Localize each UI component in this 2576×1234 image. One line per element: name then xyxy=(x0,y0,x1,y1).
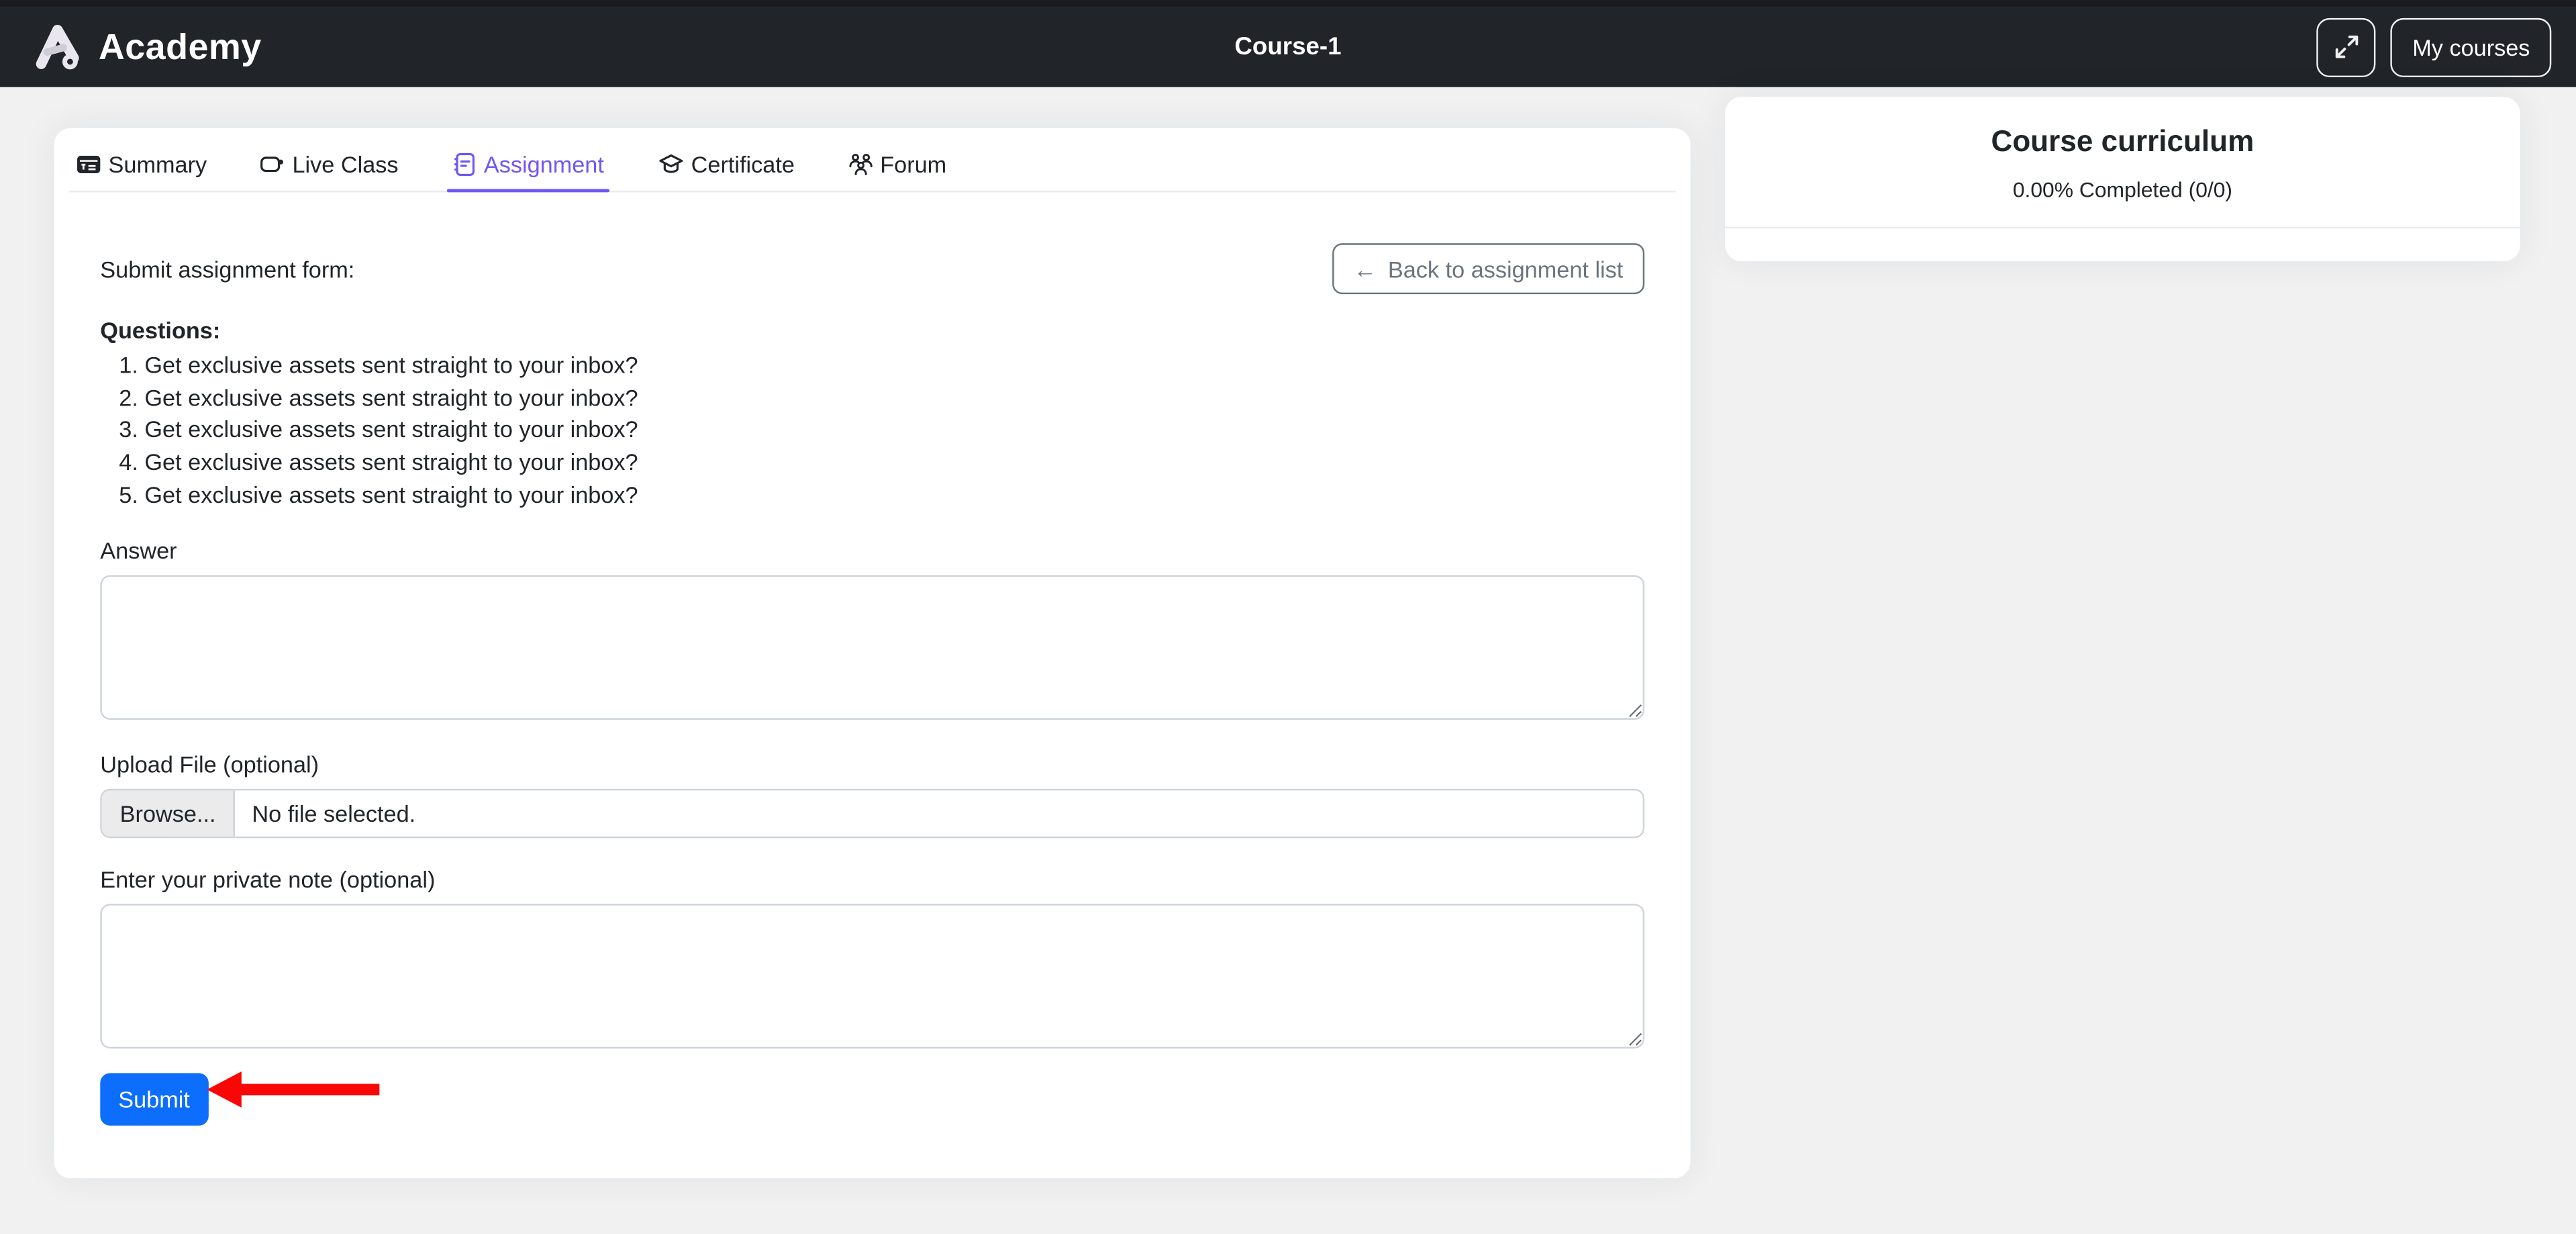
tab-label: Summary xyxy=(109,151,207,177)
curriculum-divider xyxy=(1725,227,2520,228)
private-note-label: Enter your private note (optional) xyxy=(100,862,1644,896)
upload-file-label: Upload File (optional) xyxy=(100,747,1644,781)
question-item: Get exclusive assets sent straight to yo… xyxy=(144,415,1644,447)
private-note-textarea[interactable] xyxy=(100,903,1644,1047)
academy-logo-icon xyxy=(28,17,87,77)
back-to-assignment-list-button[interactable]: ← Back to assignment list xyxy=(1332,243,1644,294)
video-camera-icon xyxy=(260,151,286,177)
questions-heading: Questions: xyxy=(100,314,1644,347)
tab-summary[interactable]: Summary xyxy=(76,138,207,191)
form-title: Submit assignment form: xyxy=(100,256,354,282)
question-item: Get exclusive assets sent straight to yo… xyxy=(144,383,1644,415)
assignment-card: Summary Live Class xyxy=(54,128,1691,1178)
file-upload-input[interactable]: Browse... No file selected. xyxy=(100,788,1644,837)
content-area: Summary Live Class xyxy=(0,87,2576,1234)
course-curriculum-panel: Course curriculum 0.00% Completed (0/0) xyxy=(1725,97,2520,261)
tab-assignment[interactable]: Assignment xyxy=(451,138,604,191)
course-title: Course-1 xyxy=(1234,33,1341,61)
fullscreen-icon xyxy=(2333,33,2361,61)
tab-live-class[interactable]: Live Class xyxy=(260,138,399,191)
summary-card-icon xyxy=(76,151,102,177)
submit-button[interactable]: Submit xyxy=(100,1072,208,1125)
top-navbar: Academy Course-1 My courses xyxy=(0,0,2576,87)
fullscreen-button[interactable] xyxy=(2317,17,2376,77)
assignment-form: Submit assignment form: ← Back to assign… xyxy=(54,243,1691,1125)
graduation-cap-icon xyxy=(656,151,685,177)
file-status-text: No file selected. xyxy=(236,790,432,836)
browse-button[interactable]: Browse... xyxy=(102,790,236,836)
topbar-actions: My courses xyxy=(2317,17,2551,77)
question-item: Get exclusive assets sent straight to yo… xyxy=(144,350,1644,382)
tab-label: Forum xyxy=(880,151,946,177)
tab-label: Assignment xyxy=(484,151,604,177)
tab-label: Certificate xyxy=(691,151,795,177)
page: Academy Course-1 My courses xyxy=(0,0,2576,1234)
assignment-icon xyxy=(451,151,477,177)
tab-forum[interactable]: Forum xyxy=(847,138,946,191)
my-courses-button[interactable]: My courses xyxy=(2391,17,2551,77)
brand-logo-link[interactable]: Academy xyxy=(28,17,262,77)
people-icon xyxy=(847,151,873,177)
brand-name: Academy xyxy=(99,26,262,68)
course-tabs: Summary Live Class xyxy=(69,128,1676,192)
question-item: Get exclusive assets sent straight to yo… xyxy=(144,479,1644,512)
answer-textarea[interactable] xyxy=(100,575,1644,719)
left-arrow-icon: ← xyxy=(1353,256,1376,282)
answer-label: Answer xyxy=(100,533,1644,567)
curriculum-title: Course curriculum xyxy=(1725,120,2520,164)
question-item: Get exclusive assets sent straight to yo… xyxy=(144,447,1644,479)
back-button-label: Back to assignment list xyxy=(1388,256,1623,282)
curriculum-progress-text: 0.00% Completed (0/0) xyxy=(1725,174,2520,205)
tab-certificate[interactable]: Certificate xyxy=(656,138,795,191)
questions-list: Get exclusive assets sent straight to yo… xyxy=(100,350,1644,512)
tab-label: Live Class xyxy=(292,151,398,177)
